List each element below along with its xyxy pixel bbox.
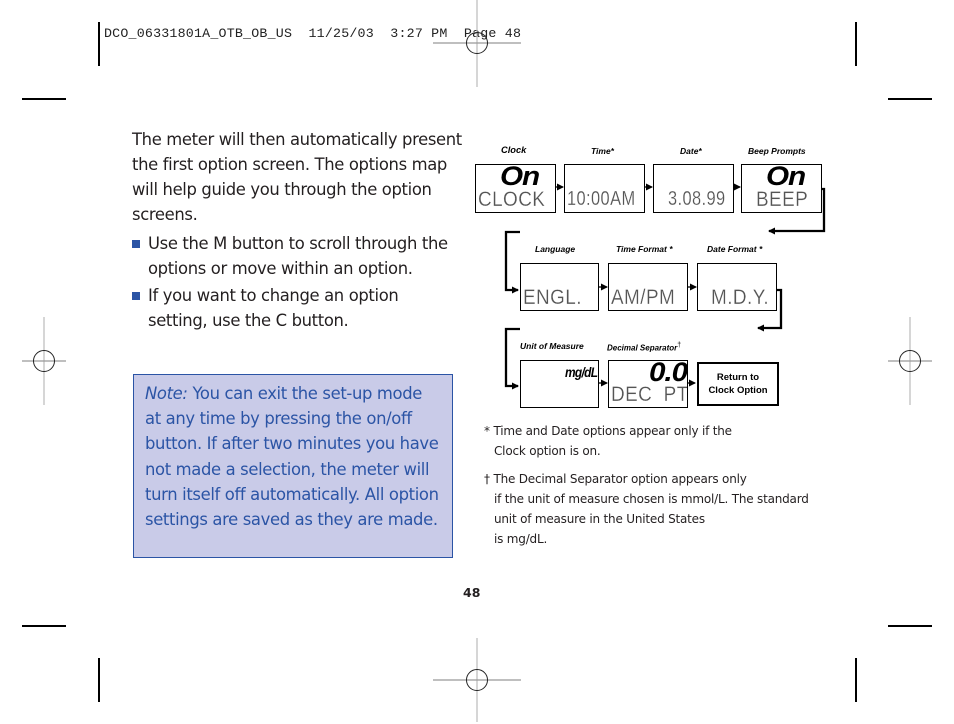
footnote-line: Time and Date options appear only if the: [493, 424, 732, 438]
options-flow-connectors: [504, 183, 826, 390]
page-number: 48: [463, 585, 481, 600]
footnote-line: The Decimal Separator option appears onl…: [493, 472, 747, 486]
flow-connector: [504, 230, 520, 294]
footnote-line: unit of measure in the United States: [494, 512, 705, 526]
footnote-mark: †: [484, 472, 490, 486]
footnote-asterisk: * Time and Date options appear only if t…: [484, 421, 732, 461]
footnote-line: if the unit of measure chosen is mmol/L.…: [494, 492, 809, 506]
flow-connector: [504, 327, 520, 390]
flow-connector: [757, 288, 783, 332]
footnote-mark: *: [484, 424, 490, 438]
footnote-line: is mg/dL.: [494, 532, 548, 546]
footnote-line: Clock option is on.: [494, 444, 601, 458]
flow-connector: [768, 187, 826, 235]
footnote-dagger: † The Decimal Separator option appears o…: [484, 469, 809, 549]
